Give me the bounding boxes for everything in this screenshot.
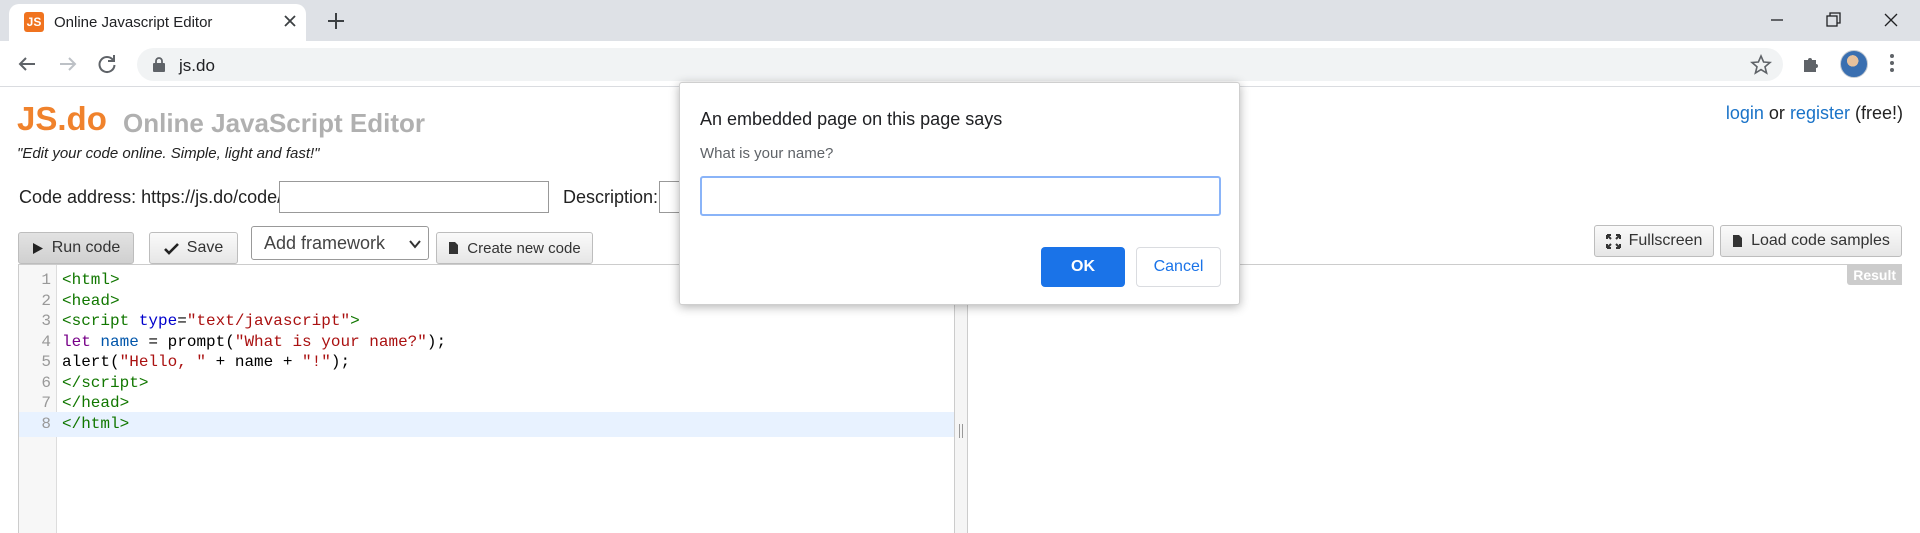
- profile-avatar[interactable]: [1840, 50, 1868, 78]
- register-link[interactable]: register: [1790, 103, 1850, 123]
- prompt-dialog: An embedded page on this page says What …: [679, 82, 1240, 305]
- new-file-icon: [449, 242, 459, 254]
- run-code-button[interactable]: Run code: [18, 232, 134, 264]
- bookmark-star-icon[interactable]: [1749, 53, 1773, 77]
- tab-bar: JS Online Javascript Editor: [0, 0, 1920, 41]
- login-link[interactable]: login: [1726, 103, 1764, 123]
- dialog-title: An embedded page on this page says: [700, 109, 1003, 129]
- add-framework-label: Add framework: [264, 233, 386, 253]
- browser-tab[interactable]: JS Online Javascript Editor: [9, 4, 306, 41]
- code-line[interactable]: 8 </html>: [19, 411, 955, 437]
- lock-icon[interactable]: [151, 56, 167, 73]
- chevron-down-icon: [409, 240, 421, 249]
- description-label: Description:: [563, 187, 659, 207]
- fullscreen-label: Fullscreen: [1628, 232, 1703, 249]
- create-new-code-button[interactable]: Create new code: [436, 232, 593, 264]
- code-text[interactable]: </html>: [62, 412, 129, 437]
- restore-icon[interactable]: [1818, 6, 1848, 34]
- fullscreen-button[interactable]: Fullscreen: [1594, 225, 1714, 257]
- close-tab-icon[interactable]: [279, 10, 301, 32]
- auth-links: login or register (free!): [1726, 103, 1903, 124]
- result-badge: Result: [1847, 265, 1902, 285]
- run-code-label: Run code: [51, 239, 121, 256]
- dialog-message: What is your name?: [700, 145, 834, 162]
- line-number: 8: [41, 414, 51, 433]
- site-title: Online JavaScript Editor: [123, 108, 425, 138]
- dialog-input[interactable]: [700, 176, 1221, 216]
- create-new-code-label: Create new code: [467, 239, 581, 257]
- add-framework-select[interactable]: Add framework: [251, 226, 429, 260]
- new-tab-icon[interactable]: [324, 9, 348, 33]
- close-window-icon[interactable]: [1876, 6, 1906, 34]
- extensions-puzzle-icon[interactable]: [1800, 51, 1824, 75]
- tab-title: Online Javascript Editor: [54, 14, 213, 31]
- code-address-label: Code address: https://js.do/code/: [19, 187, 283, 207]
- browser-toolbar: js.do: [0, 41, 1920, 87]
- url-text: js.do: [179, 56, 215, 75]
- auth-or-text: or: [1768, 103, 1785, 123]
- browser-menu-icon[interactable]: [1880, 51, 1904, 75]
- load-code-samples-button[interactable]: Load code samples: [1720, 225, 1902, 257]
- back-icon[interactable]: [13, 50, 41, 78]
- code-address-input[interactable]: [279, 181, 549, 213]
- splitter-grip-icon[interactable]: [959, 424, 963, 438]
- cancel-button[interactable]: Cancel: [1136, 247, 1221, 287]
- checkmark-icon: [163, 242, 179, 255]
- play-icon: [32, 242, 43, 254]
- address-bar[interactable]: js.do: [137, 48, 1783, 81]
- fullscreen-icon: [1605, 233, 1621, 249]
- ok-button[interactable]: OK: [1041, 247, 1125, 287]
- forward-icon[interactable]: [54, 50, 82, 78]
- save-button[interactable]: Save: [149, 232, 238, 264]
- auth-free-text: (free!): [1854, 103, 1903, 123]
- file-icon: [1733, 235, 1743, 247]
- reload-icon[interactable]: [93, 50, 121, 78]
- minimize-icon[interactable]: [1762, 6, 1792, 34]
- save-label: Save: [186, 239, 224, 256]
- tagline: "Edit your code online. Simple, light an…: [17, 145, 320, 162]
- tab-favicon-icon: JS: [24, 12, 44, 32]
- site-logo[interactable]: JS.do: [17, 100, 107, 138]
- load-code-samples-label: Load code samples: [1751, 232, 1890, 249]
